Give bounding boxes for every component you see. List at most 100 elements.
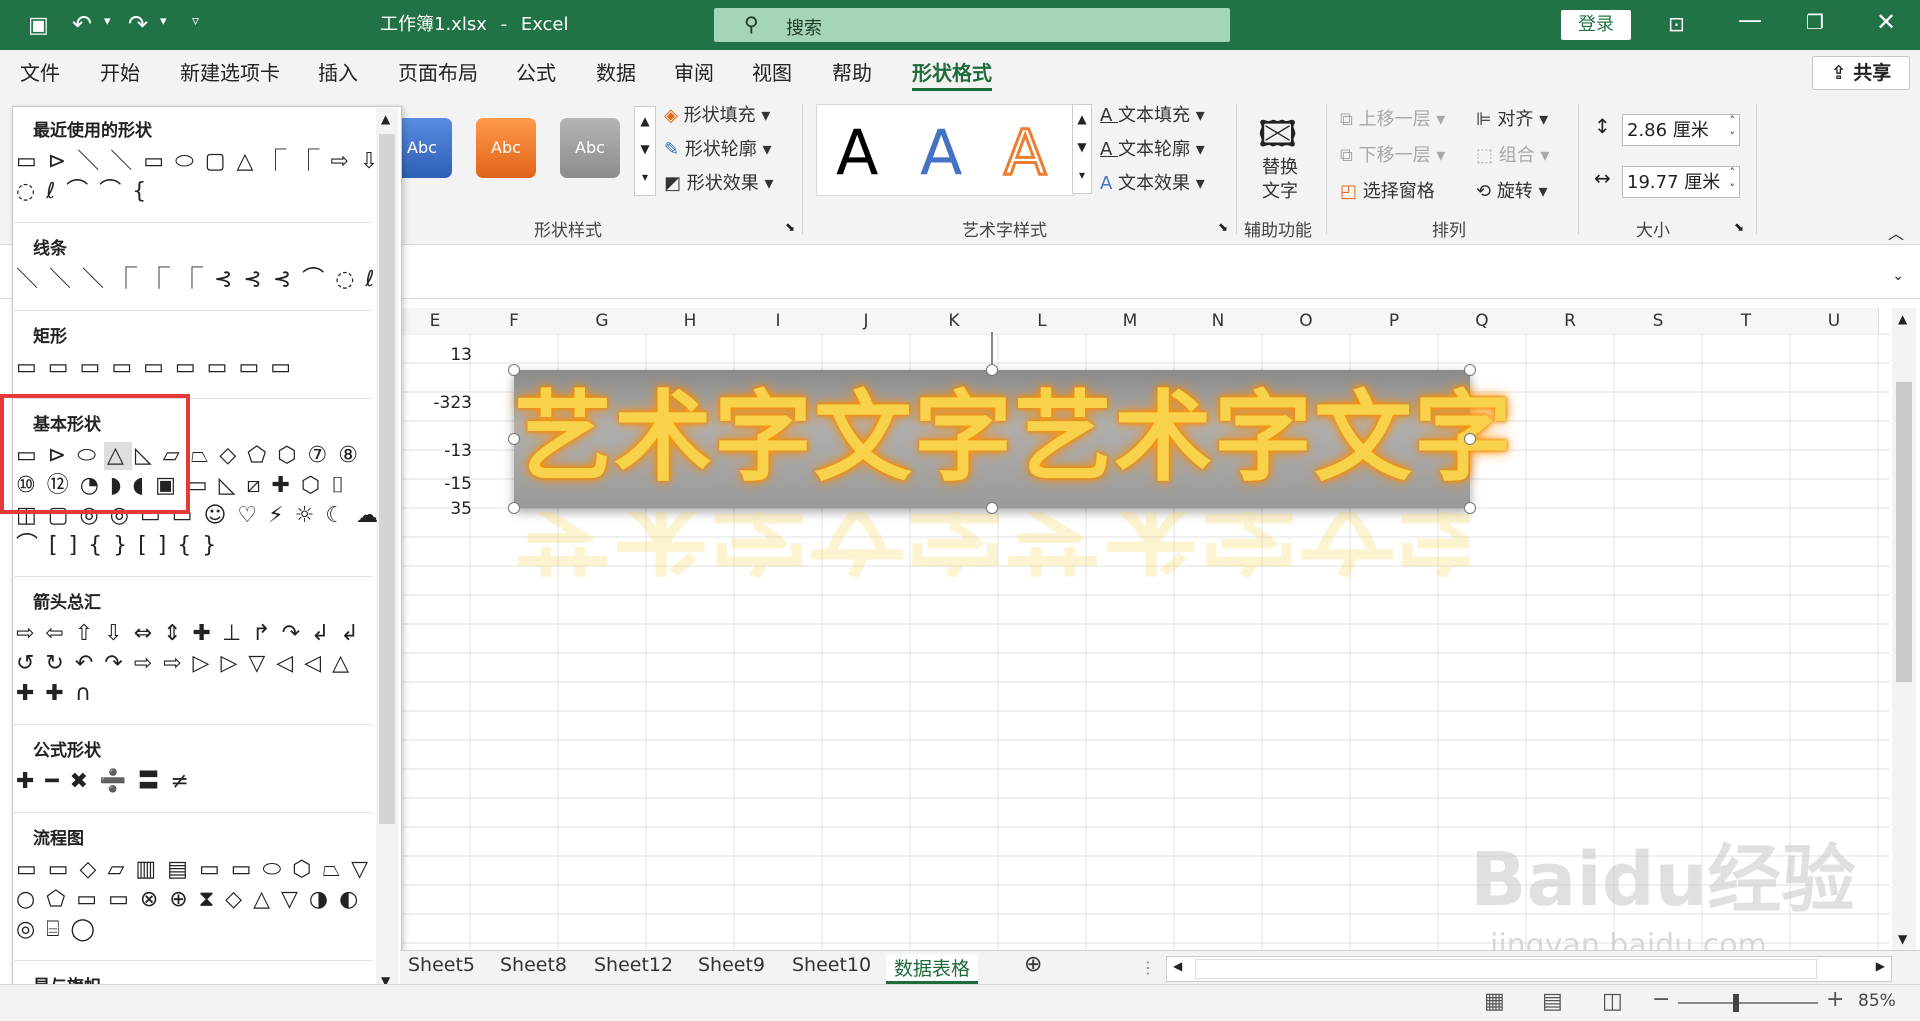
tab-data[interactable]: 数据 (596, 60, 636, 86)
scroll-up-icon[interactable]: ▲ (1898, 312, 1907, 326)
dialog-launcher-icon[interactable]: ⬊ (785, 220, 795, 234)
sheet-tab[interactable]: Sheet10 (792, 954, 871, 976)
search-box[interactable]: ⚲ 搜索 (714, 8, 1230, 42)
rectangles-row[interactable]: ▭ ▭ ▭ ▭ ▭ ▭ ▭ ▭ ▭ (16, 354, 293, 382)
dialog-launcher-icon[interactable]: ⬊ (1734, 220, 1744, 234)
lines-row[interactable]: ＼ ＼ ＼ ⎾ ⎾ ⎾ ⊰ ⊰ ⊰ ⌒ ◌ ℓ (16, 266, 377, 294)
selection-pane-button[interactable]: ◰ 选择窗格 (1340, 180, 1435, 204)
tab-view[interactable]: 视图 (752, 60, 792, 86)
undo-icon[interactable]: ↶ (72, 10, 92, 38)
column-header[interactable]: T (1702, 308, 1791, 334)
zoom-in-icon[interactable]: + (1826, 987, 1844, 1012)
column-header[interactable]: N (1174, 308, 1263, 334)
column-header[interactable]: F (470, 308, 559, 334)
share-button[interactable]: ⇪ 共享 (1812, 56, 1910, 90)
width-input[interactable]: 19.77 厘米 ˄ ˅ (1622, 166, 1740, 198)
send-backward-button[interactable]: ⧉ 下移一层 ▾ (1340, 144, 1445, 168)
recent-shapes-row[interactable]: ▭ ⊳ ＼ ＼ ▭ ⬭ ▢ △ ⎾ ⎾ ⇨ ⇩ (16, 148, 380, 176)
save-icon[interactable]: ▣ (28, 13, 49, 38)
tab-page-layout[interactable]: 页面布局 (398, 60, 478, 86)
panel-scroll-thumb[interactable] (379, 134, 395, 824)
tab-shape-format[interactable]: 形状格式 (912, 60, 992, 91)
arrows-row[interactable]: ↺ ↻ ↶ ↷ ⇨ ⇨ ▷ ▷ ▽ ◁ ◁ △ (16, 650, 351, 678)
column-header[interactable]: M (1086, 308, 1175, 334)
wordart-gallery-scroll[interactable]: ▲ ▼ ▾ (1072, 104, 1092, 194)
sheet-tab[interactable]: Sheet9 (698, 954, 765, 976)
h-scroll-thumb[interactable] (1195, 959, 1817, 979)
dialog-launcher-icon[interactable]: ⬊ (1218, 220, 1228, 234)
panel-scrollbar[interactable]: ▲ ▼ (376, 108, 398, 1014)
column-header[interactable]: U (1790, 308, 1879, 334)
tab-formulas[interactable]: 公式 (516, 60, 556, 86)
resize-handle[interactable] (508, 502, 520, 514)
recent-shapes-row[interactable]: ◌ ℓ ⌒ ⌒ { (16, 178, 148, 206)
height-input[interactable]: 2.86 厘米 ˄ ˅ (1622, 114, 1740, 146)
scroll-left-icon[interactable]: ◀ (1173, 959, 1182, 973)
zoom-slider-track[interactable] (1678, 1002, 1818, 1004)
cell-e-value[interactable]: 13 (402, 345, 472, 365)
group-button[interactable]: ⬚ 组合 ▾ (1476, 144, 1550, 168)
arrows-row[interactable]: ⇨ ⇦ ⇧ ⇩ ⇔ ⇕ ✚ ⊥ ↱ ↷ ↲ ↲ (16, 620, 361, 648)
resize-handle[interactable] (508, 433, 520, 445)
scroll-right-icon[interactable]: ▶ (1876, 959, 1885, 973)
cell-e-value[interactable]: -13 (402, 441, 472, 461)
resize-handle[interactable] (986, 364, 998, 376)
sheet-tab-active[interactable]: 数据表格 (886, 954, 979, 984)
panel-scroll-up-icon[interactable]: ▲ (381, 112, 390, 126)
wordart-style-orange[interactable]: A (1002, 116, 1047, 189)
redo-dropdown-icon[interactable]: ▾ (160, 14, 167, 29)
equation-row[interactable]: ✚ ━ ✖ ➗ 〓 ≠ (16, 768, 191, 796)
column-header[interactable]: J (822, 308, 911, 334)
column-header[interactable]: R (1526, 308, 1615, 334)
column-header[interactable]: K (910, 308, 999, 334)
style-gray-button[interactable]: Abc (560, 118, 620, 178)
column-header[interactable]: H (646, 308, 735, 334)
shape-outline-button[interactable]: ✎ 形状轮廓 ▾ (664, 138, 772, 162)
tab-home[interactable]: 开始 (100, 60, 140, 86)
column-header[interactable]: S (1614, 308, 1703, 334)
column-header[interactable]: I (734, 308, 823, 334)
zoom-level[interactable]: 85% (1858, 991, 1896, 1011)
resize-handle[interactable] (1464, 364, 1476, 376)
add-sheet-icon[interactable]: ⊕ (1024, 952, 1042, 977)
arrows-row[interactable]: ✚ ✚ ∩ (16, 680, 93, 708)
column-header[interactable]: E (400, 308, 471, 334)
style-orange-button[interactable]: Abc (476, 118, 536, 178)
login-button[interactable]: 登录 (1561, 10, 1631, 40)
flowchart-row[interactable]: ▭ ▭ ◇ ▱ ▥ ▤ ▭ ▭ ⬭ ⬡ ⏢ ▽ (16, 856, 370, 884)
text-outline-button[interactable]: A 文本轮廓 ▾ (1100, 138, 1205, 162)
column-header[interactable]: Q (1438, 308, 1527, 334)
rotate-button[interactable]: ⟲ 旋转 ▾ (1476, 180, 1548, 204)
text-effects-button[interactable]: A 文本效果 ▾ (1100, 172, 1205, 196)
height-spinner-icon[interactable]: ˄ ˅ (1730, 113, 1736, 145)
close-icon[interactable]: ✕ (1876, 8, 1896, 36)
customize-toolbar-icon[interactable]: ▿ (192, 13, 199, 29)
redo-icon[interactable]: ↷ (128, 10, 148, 38)
cell-e-value[interactable]: -15 (402, 474, 472, 494)
tab-split-handle-icon[interactable]: ⋮ (1140, 958, 1156, 977)
alt-text-label-2[interactable]: 文字 (1262, 180, 1298, 204)
wordart-style-black[interactable]: A (836, 118, 878, 188)
restore-icon[interactable]: ❐ (1806, 10, 1824, 34)
cell-e-value[interactable]: 35 (402, 499, 472, 519)
minimize-icon[interactable]: — (1738, 6, 1762, 34)
resize-handle[interactable] (1464, 502, 1476, 514)
basic-shapes-row[interactable]: ⌒ [ ] { } [ ] { } (16, 532, 218, 560)
page-layout-view-icon[interactable]: ▤ (1542, 989, 1563, 1014)
width-spinner-icon[interactable]: ˄ ˅ (1730, 165, 1736, 197)
column-header[interactable]: O (1262, 308, 1351, 334)
shape-effects-button[interactable]: ◩ 形状效果 ▾ (664, 172, 774, 196)
sheet-tab[interactable]: Sheet12 (594, 954, 673, 976)
normal-view-icon[interactable]: ▦ (1484, 989, 1505, 1014)
collapse-ribbon-icon[interactable]: ︿ (1888, 220, 1904, 244)
alt-text-label-1[interactable]: 替换 (1262, 156, 1298, 180)
tab-new[interactable]: 新建选项卡 (180, 60, 280, 86)
flowchart-row[interactable]: ◎ ⌸ ◯ (16, 916, 97, 944)
column-header[interactable]: G (558, 308, 647, 334)
undo-dropdown-icon[interactable]: ▾ (104, 14, 111, 29)
tab-review[interactable]: 审阅 (674, 60, 714, 86)
horizontal-scrollbar[interactable]: ◀ ▶ (1166, 956, 1892, 982)
wordart-style-blue[interactable]: A (920, 118, 962, 188)
text-fill-button[interactable]: A 文本填充 ▾ (1100, 104, 1205, 128)
vertical-scrollbar[interactable]: ▲ ▼ (1892, 308, 1916, 954)
